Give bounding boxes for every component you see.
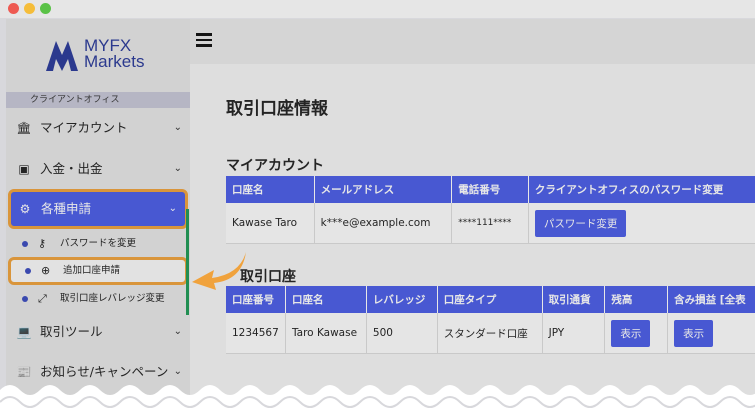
my-account-heading: マイアカウント: [226, 158, 324, 174]
sidebar-item-applications[interactable]: ⚙ 各種申請 ⌄: [8, 189, 188, 229]
submenu-label: 取引口座レバレッジ変更: [60, 293, 165, 304]
show-unrealized-pl-button[interactable]: 表示: [674, 319, 714, 347]
app-window: MYFX Markets クライアントオフィス 🏛 マイアカウント ⌄ ▣ 入金…: [6, 19, 755, 420]
sidebar-item-trading-tools[interactable]: 💻 取引ツール ⌄: [6, 313, 190, 351]
close-window-icon[interactable]: [8, 3, 19, 14]
cell-leverage: 500: [366, 313, 438, 354]
chevron-down-icon: ⌄: [173, 122, 182, 133]
cell-account-name: Taro Kawase: [285, 313, 367, 354]
sidebar-item-label: マイアカウント: [40, 120, 128, 135]
column-header: 残高: [604, 286, 669, 313]
column-header: 取引通貨: [542, 286, 606, 313]
sidebar-item-label: 入金・出金: [40, 161, 103, 176]
bullet-icon: [22, 241, 28, 247]
hamburger-menu-icon[interactable]: [196, 33, 212, 47]
torn-edge-decoration: [0, 385, 755, 420]
page-title: 取引口座情報: [226, 99, 328, 119]
cell-account-type: スタンダード口座: [437, 313, 543, 354]
cell-account-number: 1234567: [226, 313, 286, 354]
submenu-label: パスワードを変更: [60, 238, 137, 249]
submenu-label: 追加口座申請: [63, 265, 121, 276]
cell-phone: ****111****: [451, 203, 529, 244]
laptop-icon: 💻: [16, 325, 32, 339]
cell-password-action: パスワード変更: [528, 203, 755, 244]
cell-email: k***e@example.com: [314, 203, 453, 244]
cell-unrealized-pl: 表示: [667, 313, 755, 354]
logo[interactable]: MYFX Markets: [44, 37, 164, 77]
bullet-icon: [25, 268, 31, 274]
gears-icon: ⚙: [19, 202, 31, 216]
chevron-down-icon: ⌄: [173, 326, 182, 337]
main-content: 取引口座情報 マイアカウント 口座名 メールアドレス 電話番号 クライアントオフ…: [190, 64, 755, 420]
sidebar-item-deposit-withdrawal[interactable]: ▣ 入金・出金 ⌄: [6, 150, 190, 188]
my-account-table: 口座名 メールアドレス 電話番号 クライアントオフィスのパスワード変更 Kawa…: [226, 176, 755, 244]
cell-balance: 表示: [604, 313, 669, 354]
bullet-icon: [22, 296, 28, 302]
sidebar-item-my-account[interactable]: 🏛 マイアカウント ⌄: [6, 109, 190, 147]
submenu-change-password[interactable]: ⚷ パスワードを変更: [6, 231, 190, 257]
sidebar-item-label: 各種申請: [41, 201, 92, 216]
expand-icon: ⤢: [38, 292, 47, 305]
money-icon: ▣: [18, 162, 30, 176]
submenu-indicator-bar: [186, 209, 189, 315]
minimize-window-icon[interactable]: [24, 3, 35, 14]
sidebar: MYFX Markets クライアントオフィス 🏛 マイアカウント ⌄ ▣ 入金…: [6, 19, 190, 420]
logo-text-line2: Markets: [84, 52, 145, 71]
client-office-label: クライアントオフィス: [6, 92, 190, 108]
logo-mark-icon: [46, 41, 78, 71]
browser-frame: MYFX Markets クライアントオフィス 🏛 マイアカウント ⌄ ▣ 入金…: [0, 0, 755, 420]
column-header: 口座タイプ: [437, 286, 543, 313]
key-icon: ⚷: [38, 237, 47, 250]
change-password-button[interactable]: パスワード変更: [534, 209, 627, 237]
trading-accounts-table: 口座番号 口座名 レバレッジ 口座タイプ 取引通貨 残高 含み損益 [全表 12…: [226, 286, 755, 354]
chevron-down-icon: ⌄: [168, 203, 177, 214]
newspaper-icon: 📰: [16, 365, 32, 379]
column-header: レバレッジ: [366, 286, 438, 313]
column-header: 口座名: [226, 176, 315, 203]
table-row: 1234567 Taro Kawase 500 スタンダード口座 JPY 表示 …: [226, 313, 755, 354]
window-titlebar: [0, 0, 755, 18]
bank-icon: 🏛: [16, 121, 32, 135]
column-header: 含み損益 [全表: [667, 286, 755, 313]
show-balance-button[interactable]: 表示: [611, 319, 651, 347]
column-header: メールアドレス: [314, 176, 453, 203]
column-header: 口座名: [285, 286, 367, 313]
table-header-row: 口座名 メールアドレス 電話番号 クライアントオフィスのパスワード変更: [226, 176, 755, 203]
chevron-down-icon: ⌄: [173, 163, 182, 174]
table-row: Kawase Taro k***e@example.com ****111***…: [226, 203, 755, 244]
sidebar-item-label: 取引ツール: [40, 324, 103, 339]
table-header-row: 口座番号 口座名 レバレッジ 口座タイプ 取引通貨 残高 含み損益 [全表: [226, 286, 755, 313]
column-header: クライアントオフィスのパスワード変更: [528, 176, 755, 203]
submenu-additional-account[interactable]: ⊕ 追加口座申請: [8, 257, 188, 285]
column-header: 電話番号: [451, 176, 529, 203]
top-bar: [190, 19, 755, 64]
cell-currency: JPY: [542, 313, 606, 354]
cell-account-name: Kawase Taro: [226, 203, 315, 244]
submenu-leverage-change[interactable]: ⤢ 取引口座レバレッジ変更: [6, 286, 190, 312]
plus-circle-icon: ⊕: [41, 264, 51, 277]
callout-arrow-icon: [192, 252, 246, 290]
maximize-window-icon[interactable]: [40, 3, 51, 14]
